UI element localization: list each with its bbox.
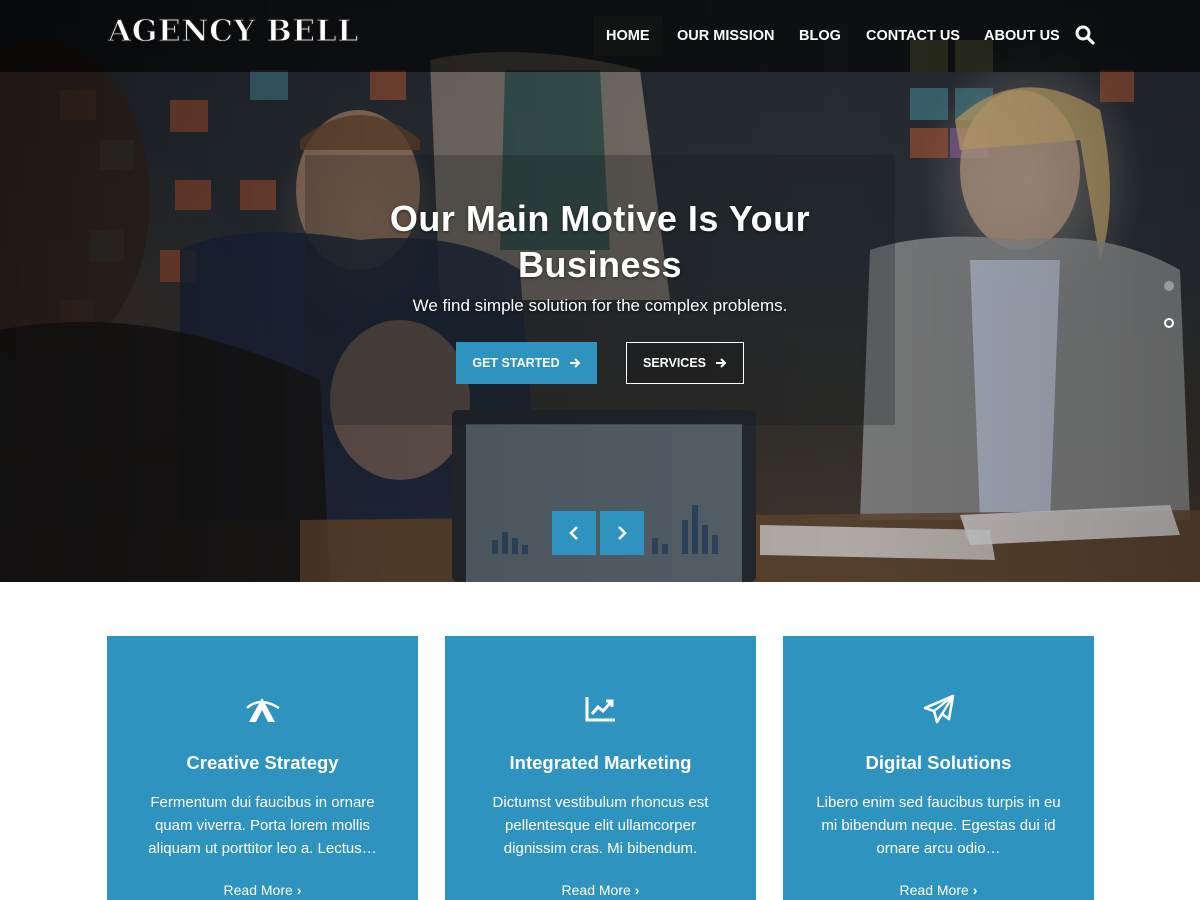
search-icon[interactable]: [1074, 24, 1096, 46]
chevron-right-icon: ›: [296, 882, 302, 898]
read-more-link[interactable]: Read More ›: [445, 882, 756, 898]
adobe-style-logo-icon: [246, 698, 280, 722]
get-started-label: GET STARTED: [472, 356, 560, 370]
hero-title: Our Main Motive Is Your Business: [340, 196, 860, 288]
card-title: Creative Strategy: [186, 752, 339, 773]
nav-item-home[interactable]: HOME: [593, 16, 663, 56]
slider-dot-1[interactable]: [1164, 281, 1174, 291]
card-title: Integrated Marketing: [509, 752, 692, 773]
service-card-digital-solutions: Digital Solutions Libero enim sed faucib…: [783, 636, 1094, 900]
read-more-label: Read More: [561, 882, 631, 898]
read-more-link[interactable]: Read More ›: [783, 882, 1094, 898]
hero-title-line-2: Business: [517, 244, 683, 285]
paper-plane-icon: [923, 694, 955, 724]
arrow-right-icon: [716, 358, 727, 368]
read-more-link[interactable]: Read More ›: [107, 882, 418, 898]
service-card-creative-strategy: Creative Strategy Fermentum dui faucibus…: [107, 636, 418, 900]
card-description: Libero enim sed faucibus turpis in eu mi…: [816, 794, 1061, 857]
slider-prev-button[interactable]: [552, 511, 596, 555]
read-more-label: Read More: [223, 882, 293, 898]
card-description: Dictumst vestibulum rhoncus est pellente…: [492, 794, 709, 857]
chevron-right-icon: [618, 526, 627, 540]
chevron-right-icon: ›: [634, 882, 640, 898]
hero-subtitle: We find simple solution for the complex …: [412, 296, 788, 315]
nav-item-contact-us[interactable]: CONTACT US: [866, 16, 960, 56]
arrow-right-icon: [569, 358, 581, 368]
hero-title-line-1: Our Main Motive Is Your: [389, 198, 811, 239]
card-title: Digital Solutions: [865, 752, 1012, 773]
nav-item-our-mission[interactable]: OUR MISSION: [677, 16, 774, 56]
hero-slider: Our Main Motive Is Your Business We find…: [0, 0, 1200, 582]
services-button[interactable]: SERVICES: [626, 342, 744, 384]
chart-line-icon: [585, 697, 615, 722]
chevron-left-icon: [569, 526, 578, 540]
nav-item-blog[interactable]: BLOG: [799, 16, 841, 56]
top-navbar: AGENCY BELL HOME OUR MISSION BLOG CONTAC…: [0, 0, 1200, 72]
nav-item-about-us[interactable]: ABOUT US: [984, 16, 1060, 56]
site-logo[interactable]: AGENCY BELL: [107, 13, 359, 49]
card-description: Fermentum dui faucibus in ornare quam vi…: [148, 794, 377, 857]
get-started-button[interactable]: GET STARTED: [456, 342, 597, 384]
services-label: SERVICES: [643, 356, 706, 370]
slider-next-button[interactable]: [600, 511, 644, 555]
read-more-label: Read More: [899, 882, 969, 898]
chevron-right-icon: ›: [972, 882, 978, 898]
service-card-integrated-marketing: Integrated Marketing Dictumst vestibulum…: [445, 636, 756, 900]
slider-dot-2[interactable]: [1164, 318, 1174, 328]
